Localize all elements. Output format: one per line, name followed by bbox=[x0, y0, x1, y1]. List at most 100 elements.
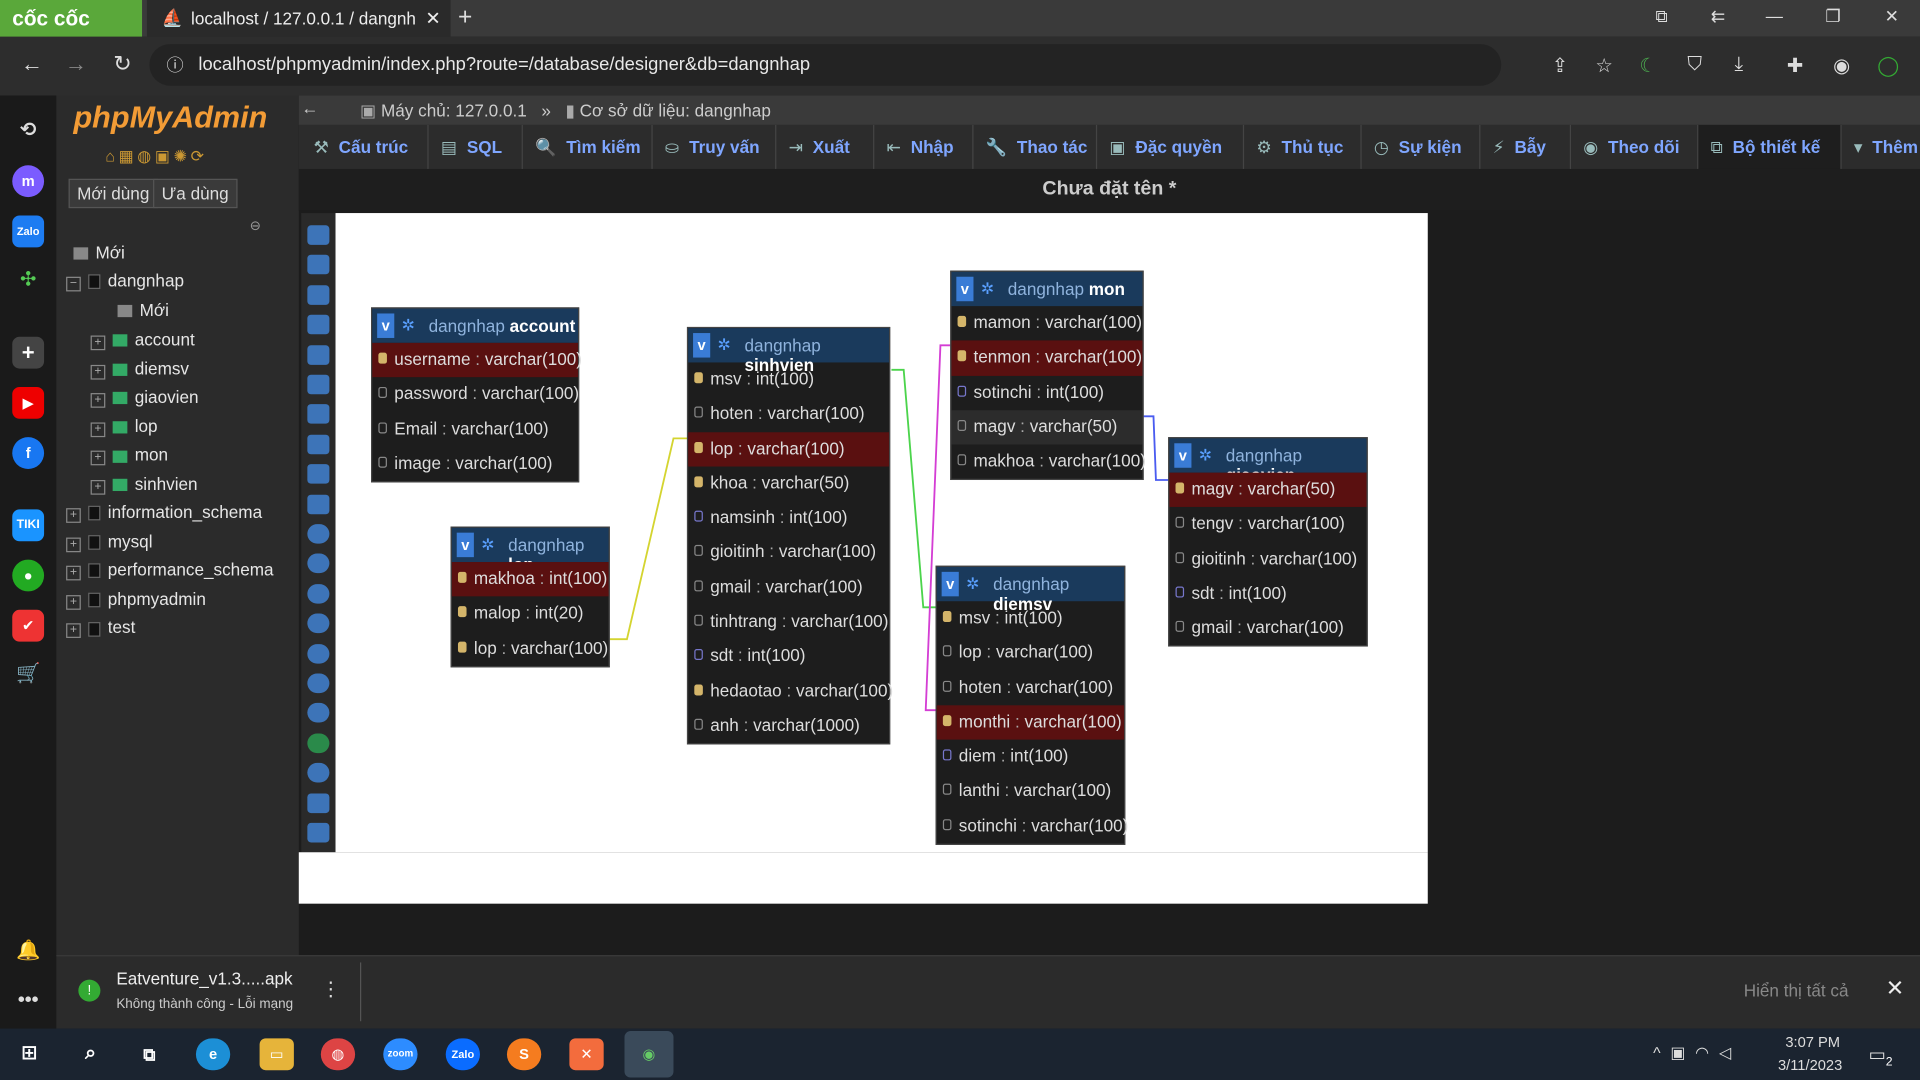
table-options-icon[interactable]: ✲ bbox=[981, 279, 994, 299]
designer-table-giaovien[interactable]: v✲dangnhap giaovienmagv : varchar(50)ten… bbox=[1168, 437, 1368, 648]
table-column-image[interactable]: image : varchar(100) bbox=[372, 447, 578, 482]
table-header[interactable]: v ✲ dangnhap mon bbox=[951, 271, 1143, 307]
download-more-icon[interactable]: ⋮ bbox=[321, 977, 341, 1001]
coccoc-taskbar-icon[interactable]: ◉ bbox=[624, 1031, 674, 1078]
column-name: lop bbox=[958, 642, 982, 662]
chrome-icon[interactable]: ◍ bbox=[320, 1038, 356, 1071]
column-type-icon bbox=[942, 818, 952, 830]
edge-icon[interactable]: e bbox=[195, 1038, 231, 1071]
action-center-icon[interactable]: ▭ bbox=[1869, 1043, 1886, 1065]
table-column-hedaotao[interactable]: hedaotao : varchar(100) bbox=[688, 674, 893, 709]
table-column-mamon[interactable]: mamon : varchar(100) bbox=[951, 306, 1142, 341]
zoom-icon[interactable]: zoom bbox=[383, 1038, 418, 1071]
column-type-icon bbox=[457, 641, 467, 653]
sublime-icon[interactable]: S bbox=[506, 1038, 542, 1071]
table-name: account bbox=[509, 315, 576, 336]
table-column-msv[interactable]: msv : int(100) bbox=[937, 601, 1124, 636]
table-column-gioitinh[interactable]: gioitinh : varchar(100) bbox=[688, 536, 889, 571]
table-options-icon[interactable]: ✲ bbox=[402, 316, 415, 336]
column-separator: : bbox=[981, 642, 996, 662]
column-separator: : bbox=[751, 576, 766, 597]
designer-table-mon[interactable]: v ✲ dangnhap mon mamon : varchar(100) tenmon… bbox=[950, 270, 1146, 481]
table-column-gmail[interactable]: gmail : varchar(100) bbox=[1169, 611, 1366, 646]
table-header[interactable]: v ✲ dangnhap diemsv bbox=[936, 566, 1125, 613]
column-type-icon bbox=[378, 387, 387, 399]
table-column-malop[interactable]: malop : int(20) bbox=[452, 597, 609, 632]
table-column-username[interactable]: username : varchar(100) bbox=[372, 342, 582, 378]
table-column-lanthi[interactable]: lanthi : varchar(100) bbox=[937, 774, 1124, 809]
table-column-makhoa[interactable]: makhoa : varchar(100) bbox=[951, 445, 1146, 480]
table-column-tinhtrang[interactable]: tinhtrang : varchar(100) bbox=[688, 605, 889, 640]
table-column-magv[interactable]: magv : varchar(50) bbox=[951, 410, 1143, 445]
column-separator: : bbox=[747, 472, 762, 493]
column-type-icon bbox=[942, 645, 952, 657]
table-column-password[interactable]: password : varchar(100) bbox=[372, 378, 580, 413]
column-type: varchar(100) bbox=[1048, 450, 1146, 471]
table-column-gmail[interactable]: gmail : varchar(100) bbox=[688, 570, 889, 605]
column-type: varchar(100) bbox=[511, 637, 609, 658]
table-options-icon[interactable]: ✲ bbox=[1199, 446, 1212, 466]
toggle-columns-icon[interactable]: v bbox=[377, 313, 395, 338]
column-type: varchar(100) bbox=[481, 383, 580, 404]
toggle-columns-icon[interactable]: v bbox=[456, 532, 474, 558]
designer-table-sinhvien[interactable]: v ✲ dangnhap sinhvien msv : int(100) hoten :… bbox=[686, 326, 893, 745]
designer-table-diemsv[interactable]: v ✲ dangnhap diemsv msv : int(100) lop : var… bbox=[935, 565, 1128, 846]
column-separator: : bbox=[775, 507, 790, 527]
table-column-khoa[interactable]: khoa : varchar(50) bbox=[688, 466, 889, 501]
table-column-lop[interactable]: lop : varchar(100) bbox=[937, 636, 1124, 671]
taskbar-clock-date[interactable]: 3/11/2023 bbox=[1778, 1057, 1842, 1074]
toggle-columns-icon[interactable]: v bbox=[1174, 443, 1192, 468]
table-header[interactable]: v ✲ dangnhap account bbox=[372, 308, 578, 343]
show-all-downloads-link[interactable]: Hiển thị tất cả bbox=[1744, 981, 1849, 1001]
table-options-icon[interactable]: ✲ bbox=[966, 574, 979, 594]
table-column-tengv[interactable]: tengv : varchar(100) bbox=[1169, 507, 1366, 542]
table-column-sotinchi[interactable]: sotinchi : int(100) bbox=[951, 375, 1142, 410]
table-column-hoten[interactable]: hoten : varchar(100) bbox=[937, 671, 1124, 706]
toggle-columns-icon[interactable]: v bbox=[941, 571, 959, 597]
download-filename[interactable]: Eatventure_v1.3.....apk bbox=[116, 969, 292, 989]
relation-lines bbox=[609, 344, 1169, 712]
table-column-sdt[interactable]: sdt : int(100) bbox=[688, 640, 889, 675]
table-column-gioitinh[interactable]: gioitinh : varchar(100) bbox=[1169, 542, 1366, 577]
designer-table-lop[interactable]: v✲dangnhap lopmakhoa : int(100)malop : i… bbox=[450, 526, 610, 668]
taskbar-search-icon[interactable]: ⌕ bbox=[73, 1038, 107, 1070]
column-type: varchar(100) bbox=[455, 452, 553, 473]
table-db-name: dangnhap bbox=[508, 535, 585, 555]
column-type: varchar(100) bbox=[1015, 676, 1114, 697]
table-column-namsinh[interactable]: namsinh : int(100) bbox=[688, 501, 889, 536]
file-explorer-icon[interactable]: ▭ bbox=[259, 1038, 294, 1071]
task-view-icon[interactable]: ⧉ bbox=[132, 1038, 166, 1070]
table-options-icon[interactable]: ✲ bbox=[718, 336, 731, 356]
table-header[interactable]: v ✲ dangnhap sinhvien bbox=[688, 328, 889, 375]
system-tray-icons[interactable]: ^▣◠◁ bbox=[1653, 1043, 1741, 1063]
table-options-icon[interactable]: ✲ bbox=[481, 535, 494, 555]
toggle-columns-icon[interactable]: v bbox=[956, 276, 974, 302]
column-separator: : bbox=[1015, 416, 1030, 436]
table-header[interactable]: v✲dangnhap giaovien bbox=[1169, 438, 1367, 485]
zalo-taskbar-icon[interactable]: Zalo bbox=[445, 1038, 481, 1071]
close-download-bar-icon[interactable]: ✕ bbox=[1886, 976, 1904, 1002]
table-column-tenmon[interactable]: tenmon : varchar(100) bbox=[951, 340, 1143, 376]
designer-table-account[interactable]: v ✲ dangnhap account username : varchar(100… bbox=[371, 307, 582, 483]
table-column-lop[interactable]: lop : varchar(100) bbox=[452, 631, 609, 666]
xampp-icon[interactable]: ✕ bbox=[569, 1038, 604, 1071]
column-separator: : bbox=[1030, 346, 1045, 367]
table-column-anh[interactable]: anh : varchar(1000) bbox=[688, 709, 889, 744]
table-column-sdt[interactable]: sdt : int(100) bbox=[1169, 577, 1366, 612]
table-column-hoten[interactable]: hoten : varchar(100) bbox=[688, 397, 889, 432]
table-column-diem[interactable]: diem : int(100) bbox=[937, 740, 1124, 775]
column-type: varchar(100) bbox=[1014, 780, 1112, 801]
table-header[interactable]: v✲dangnhap lop bbox=[451, 527, 609, 574]
taskbar-clock-time[interactable]: 3:07 PM bbox=[1785, 1033, 1840, 1050]
table-column-sotinchi[interactable]: sotinchi : varchar(100) bbox=[937, 809, 1128, 844]
table-column-msv[interactable]: msv : int(100) bbox=[688, 362, 889, 397]
table-column-makhoa[interactable]: makhoa : int(100) bbox=[451, 562, 609, 597]
table-column-lop[interactable]: lop : varchar(100) bbox=[688, 431, 889, 467]
column-name: hoten bbox=[958, 676, 1002, 697]
toggle-columns-icon[interactable]: v bbox=[693, 333, 711, 358]
table-column-magv[interactable]: magv : varchar(50) bbox=[1169, 472, 1367, 508]
table-column-Email[interactable]: Email : varchar(100) bbox=[372, 412, 578, 447]
column-type-icon bbox=[694, 406, 703, 418]
windows-start-icon[interactable]: ⊞ bbox=[12, 1038, 46, 1070]
table-column-monthi[interactable]: monthi : varchar(100) bbox=[936, 705, 1125, 740]
